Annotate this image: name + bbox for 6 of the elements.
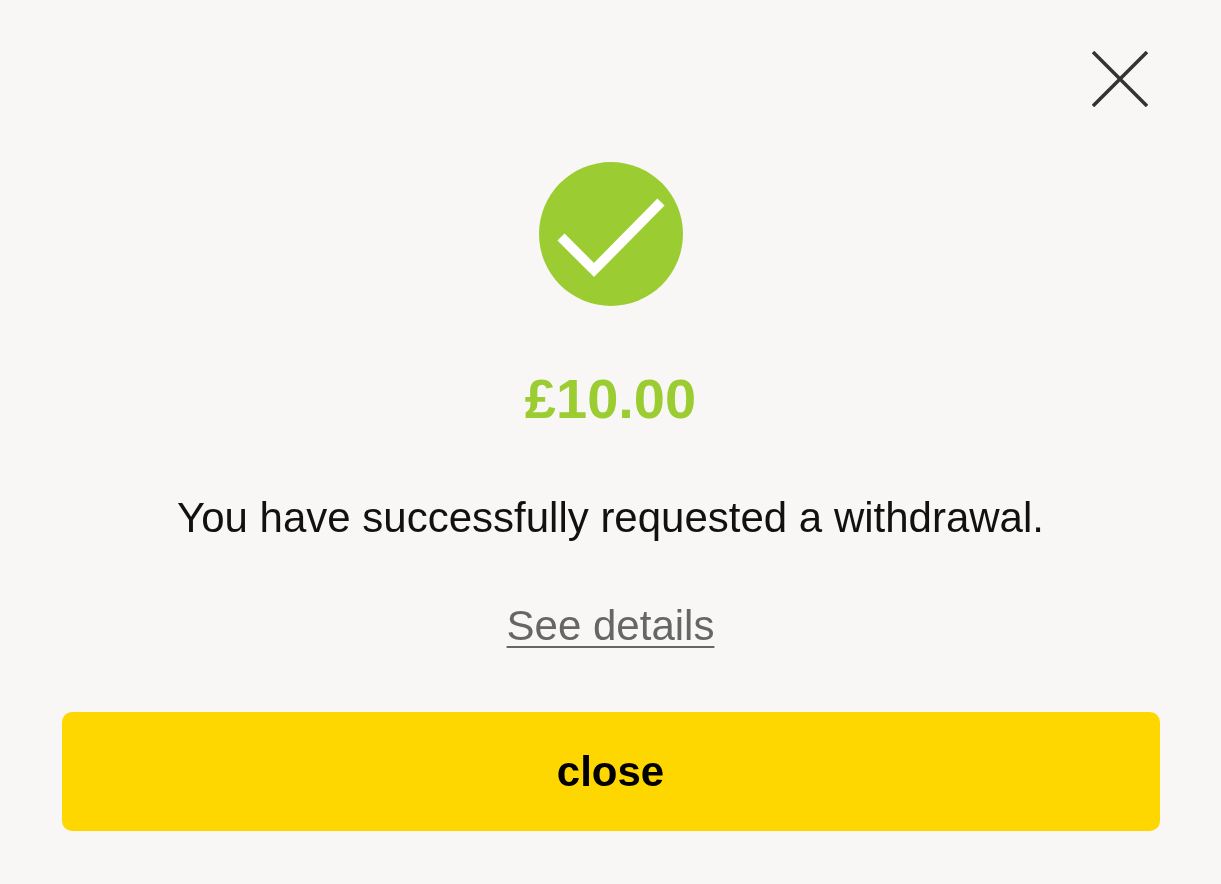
amount-text: £10.00 [524, 371, 697, 427]
success-message: You have successfully requested a withdrawal. [177, 494, 1044, 542]
close-icon[interactable] [1092, 51, 1148, 107]
see-details-link[interactable]: See details [506, 602, 715, 650]
close-button[interactable]: close [61, 712, 1160, 831]
check-circle-icon [538, 162, 683, 306]
